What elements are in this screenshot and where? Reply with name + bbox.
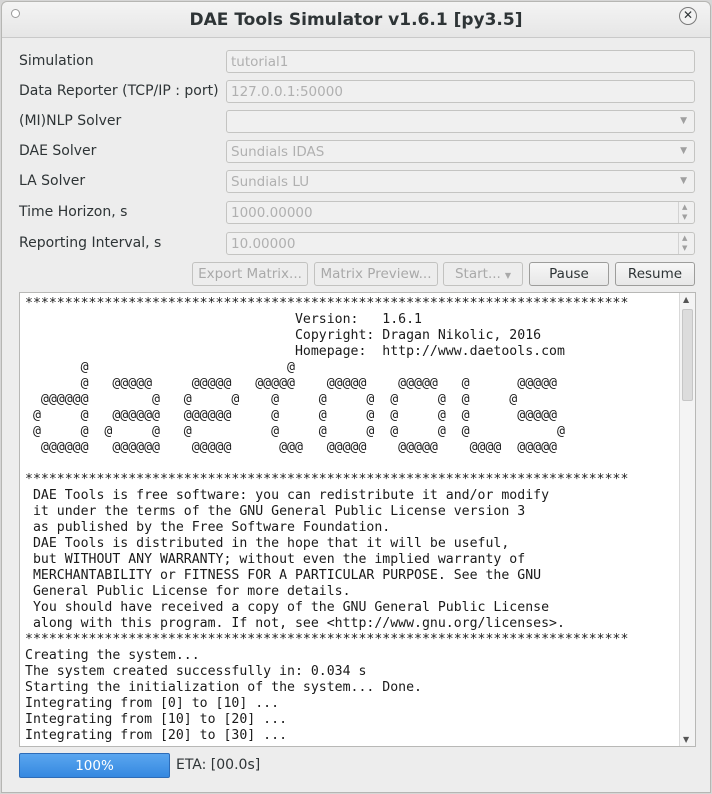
- la-solver-combo[interactable]: Sundials LU ▼: [226, 170, 695, 193]
- start-button-label: Start...: [454, 266, 501, 282]
- spin-down-icon[interactable]: ▼: [682, 244, 687, 252]
- start-button[interactable]: Start... ▼: [443, 262, 523, 286]
- la-solver-value: Sundials LU: [231, 174, 310, 190]
- time-horizon-value: 1000.00000: [231, 205, 313, 221]
- log-output[interactable]: ****************************************…: [19, 292, 696, 747]
- time-horizon-spinbox[interactable]: 1000.00000 ▲ ▼: [226, 201, 695, 224]
- resume-button[interactable]: Resume: [615, 262, 695, 286]
- spin-up-icon[interactable]: ▲: [682, 203, 687, 211]
- minlp-solver-label: (MI)NLP Solver: [19, 113, 122, 129]
- time-horizon-stepper[interactable]: ▲ ▼: [678, 202, 694, 223]
- eta-label: ETA: [00.0s]: [176, 757, 261, 773]
- reporting-interval-label: Reporting Interval, s: [19, 235, 162, 251]
- export-matrix-button[interactable]: Export Matrix...: [192, 262, 308, 286]
- simulator-window: DAE Tools Simulator v1.6.1 [py3.5] ✕ Sim…: [1, 1, 711, 793]
- pause-button[interactable]: Pause: [529, 262, 609, 286]
- data-reporter-field[interactable]: 127.0.0.1:50000: [226, 80, 695, 103]
- minlp-solver-combo[interactable]: ▼: [226, 110, 695, 133]
- close-icon[interactable]: ✕: [679, 7, 697, 25]
- dae-solver-value: Sundials IDAS: [231, 144, 325, 160]
- simulation-field[interactable]: tutorial1: [226, 50, 695, 73]
- scrollbar-thumb[interactable]: [682, 309, 693, 401]
- time-horizon-label: Time Horizon, s: [19, 204, 128, 220]
- dae-solver-label: DAE Solver: [19, 143, 97, 159]
- spin-up-icon[interactable]: ▲: [682, 234, 687, 242]
- chevron-down-icon: ▼: [504, 271, 511, 280]
- chevron-down-icon: ▼: [680, 176, 687, 186]
- data-reporter-label: Data Reporter (TCP/IP : port): [19, 83, 219, 99]
- scroll-down-icon[interactable]: ▼: [683, 735, 689, 744]
- reporting-interval-stepper[interactable]: ▲ ▼: [678, 233, 694, 254]
- reporting-interval-value: 10.00000: [231, 236, 296, 252]
- progress-label: 100%: [75, 758, 114, 774]
- chevron-down-icon: ▼: [680, 146, 687, 156]
- matrix-preview-button[interactable]: Matrix Preview...: [314, 262, 438, 286]
- scroll-up-icon[interactable]: ▲: [683, 295, 689, 304]
- log-text: ****************************************…: [25, 296, 629, 743]
- simulation-label: Simulation: [19, 53, 94, 69]
- dae-solver-combo[interactable]: Sundials IDAS ▼: [226, 140, 695, 163]
- spin-down-icon[interactable]: ▼: [682, 213, 687, 221]
- chevron-down-icon: ▼: [680, 116, 687, 126]
- progress-bar: 100%: [19, 753, 170, 778]
- reporting-interval-spinbox[interactable]: 10.00000 ▲ ▼: [226, 232, 695, 255]
- la-solver-label: LA Solver: [19, 173, 86, 189]
- title-bar[interactable]: DAE Tools Simulator v1.6.1 [py3.5] ✕: [2, 2, 710, 38]
- log-scrollbar[interactable]: ▲ ▼: [679, 293, 695, 746]
- window-title: DAE Tools Simulator v1.6.1 [py3.5]: [189, 10, 523, 30]
